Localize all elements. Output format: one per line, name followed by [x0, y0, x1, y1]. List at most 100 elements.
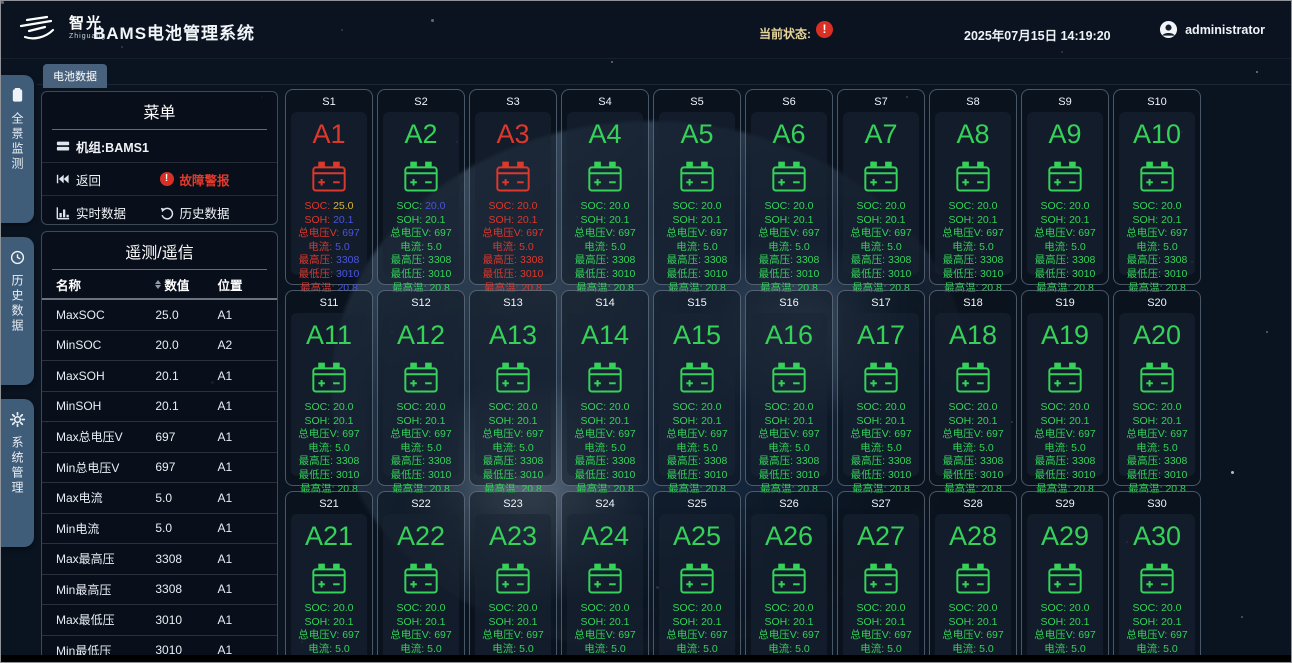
battery-card-A9[interactable]: S9A9SOC: 20.0SOH: 20.1总电压V: 697电流: 5.0最高…: [1021, 89, 1109, 285]
stat-value: 20.1: [517, 415, 537, 427]
battery-card-A26[interactable]: S26A26SOC: 20.0SOH: 20.1总电压V: 697电流: 5.0…: [745, 491, 833, 663]
stat-label: SOH:: [396, 616, 422, 628]
cell-group-label: S26: [746, 492, 832, 514]
stat-line: 电流: 5.0: [1044, 241, 1085, 255]
tab-battery-data[interactable]: 电池数据: [43, 64, 107, 88]
battery-card-A29[interactable]: S29A29SOC: 20.0SOH: 20.1总电压V: 697电流: 5.0…: [1021, 491, 1109, 663]
battery-card-A11[interactable]: S11A11SOC: 20.0SOH: 20.1总电压V: 697电流: 5.0…: [285, 290, 373, 486]
name-cell: Max电流: [56, 489, 155, 506]
stat-value: 20.0: [517, 401, 537, 413]
stat-label: 电流:: [584, 442, 608, 454]
stat-line: 总电压V: 697: [758, 428, 819, 442]
stat-label: SOC:: [304, 401, 330, 413]
table-row[interactable]: Max电流5.0A1: [42, 483, 277, 514]
battery-card-A16[interactable]: S16A16SOC: 20.0SOH: 20.1总电压V: 697电流: 5.0…: [745, 290, 833, 486]
stat-value: 3010: [612, 268, 635, 280]
battery-card-A1[interactable]: S1A1SOC: 25.0SOH: 20.1总电压V: 697电流: 5.0最高…: [285, 89, 373, 285]
battery-card-A10[interactable]: S10A10SOC: 20.0SOH: 20.1总电压V: 697电流: 5.0…: [1113, 89, 1201, 285]
battery-id-label: A22: [397, 523, 445, 550]
stat-label: SOH:: [1040, 616, 1066, 628]
stat-value: 20.1: [333, 214, 353, 226]
table-row[interactable]: MaxSOH20.1A1: [42, 361, 277, 392]
battery-card-A5[interactable]: S5A5SOC: 20.0SOH: 20.1总电压V: 697电流: 5.0最高…: [653, 89, 741, 285]
battery-card-A18[interactable]: S18A18SOC: 20.0SOH: 20.1总电压V: 697电流: 5.0…: [929, 290, 1017, 486]
stat-line: SOH: 20.1: [764, 616, 813, 630]
stat-line: 最高压: 3308: [483, 254, 544, 268]
battery-card-A15[interactable]: S15A15SOC: 20.0SOH: 20.1总电压V: 697电流: 5.0…: [653, 290, 741, 486]
battery-card-A19[interactable]: S19A19SOC: 20.0SOH: 20.1总电压V: 697电流: 5.0…: [1021, 290, 1109, 486]
battery-card-A13[interactable]: S13A13SOC: 20.0SOH: 20.1总电压V: 697电流: 5.0…: [469, 290, 557, 486]
realtime-data-button[interactable]: 实时数据: [56, 203, 160, 222]
table-row[interactable]: Max最高压3308A1: [42, 544, 277, 575]
stat-value: 20.0: [793, 401, 813, 413]
stat-line: 最高压: 3308: [667, 254, 728, 268]
column-header-value[interactable]: 数值: [155, 275, 217, 294]
battery-card-A3[interactable]: S3A3SOC: 20.0SOH: 20.1总电压V: 697电流: 5.0最高…: [469, 89, 557, 285]
name-cell: Min总电压V: [56, 459, 155, 476]
stat-line: 电流: 5.0: [952, 442, 993, 456]
stat-line: 最高压: 3308: [299, 254, 360, 268]
battery-card-A14[interactable]: S14A14SOC: 20.0SOH: 20.1总电压V: 697电流: 5.0…: [561, 290, 649, 486]
stat-value: 697: [710, 629, 728, 641]
battery-card-A4[interactable]: S4A4SOC: 20.0SOH: 20.1总电压V: 697电流: 5.0最高…: [561, 89, 649, 285]
bar-chart-icon: [56, 206, 70, 220]
stat-line: SOC: 20.0: [948, 602, 997, 616]
stat-label: SOC:: [856, 200, 882, 212]
stat-label: 最高压:: [391, 254, 425, 266]
battery-card-A6[interactable]: S6A6SOC: 20.0SOH: 20.1总电压V: 697电流: 5.0最高…: [745, 89, 833, 285]
sidebar-item-system-admin[interactable]: 系统管理: [1, 399, 34, 547]
battery-card-A8[interactable]: S8A8SOC: 20.0SOH: 20.1总电压V: 697电流: 5.0最高…: [929, 89, 1017, 285]
stat-value: 20.0: [793, 200, 813, 212]
stat-value: 3308: [336, 254, 359, 266]
table-row[interactable]: Max总电压V697A1: [42, 422, 277, 453]
table-row[interactable]: Min电流5.0A1: [42, 514, 277, 545]
battery-card-A24[interactable]: S24A24SOC: 20.0SOH: 20.1总电压V: 697电流: 5.0…: [561, 491, 649, 663]
stat-label: SOH:: [764, 214, 790, 226]
battery-card-A20[interactable]: S20A20SOC: 20.0SOH: 20.1总电压V: 697电流: 5.0…: [1113, 290, 1201, 486]
battery-card-A27[interactable]: S27A27SOC: 20.0SOH: 20.1总电压V: 697电流: 5.0…: [837, 491, 925, 663]
stat-label: 最高压:: [943, 254, 977, 266]
battery-icon: [310, 160, 348, 193]
stat-value: 5.0: [703, 241, 718, 253]
stat-value: 20.0: [609, 200, 629, 212]
gear-icon: [10, 412, 25, 427]
stat-label: 总电压V:: [574, 629, 615, 641]
stat-label: 最高压:: [575, 455, 609, 467]
battery-card-A30[interactable]: S30A30SOC: 20.0SOH: 20.1总电压V: 697电流: 5.0…: [1113, 491, 1201, 663]
stat-value: 5.0: [979, 643, 994, 655]
stat-line: 最低压: 3010: [1035, 268, 1096, 282]
battery-card-A23[interactable]: S23A23SOC: 20.0SOH: 20.1总电压V: 697电流: 5.0…: [469, 491, 557, 663]
stat-value: 3010: [520, 268, 543, 280]
battery-card-A28[interactable]: S28A28SOC: 20.0SOH: 20.1总电压V: 697电流: 5.0…: [929, 491, 1017, 663]
table-row[interactable]: MinSOH20.1A1: [42, 392, 277, 423]
fault-alarm-button[interactable]: ! 故障警报: [160, 170, 264, 189]
battery-id-label: A16: [765, 322, 813, 349]
sidebar-item-history-data[interactable]: 历史数据: [1, 237, 34, 385]
battery-card-A12[interactable]: S12A12SOC: 20.0SOH: 20.1总电压V: 697电流: 5.0…: [377, 290, 465, 486]
value-cell: 25.0: [155, 308, 217, 322]
history-data-button[interactable]: 历史数据: [160, 203, 264, 222]
stat-value: 20.1: [1161, 616, 1181, 628]
table-row[interactable]: Max最低压3010A1: [42, 605, 277, 636]
table-row[interactable]: MinSOC20.0A2: [42, 331, 277, 362]
stat-value: 20.0: [885, 200, 905, 212]
stat-label: 最高压:: [1127, 254, 1161, 266]
stat-label: SOC:: [1040, 200, 1066, 212]
stat-label: 总电压V:: [666, 629, 707, 641]
table-row[interactable]: MaxSOC25.0A1: [42, 300, 277, 331]
table-row[interactable]: Min总电压V697A1: [42, 453, 277, 484]
battery-card-A2[interactable]: S2A2SOC: 20.0SOH: 20.1总电压V: 697电流: 5.0最高…: [377, 89, 465, 285]
battery-card-A25[interactable]: S25A25SOC: 20.0SOH: 20.1总电压V: 697电流: 5.0…: [653, 491, 741, 663]
battery-card-A17[interactable]: S17A17SOC: 20.0SOH: 20.1总电压V: 697电流: 5.0…: [837, 290, 925, 486]
table-row[interactable]: Min最高压3308A1: [42, 575, 277, 606]
sidebar-item-panorama-monitor[interactable]: 全景监测: [1, 75, 34, 223]
battery-card-body: A22SOC: 20.0SOH: 20.1总电压V: 697电流: 5.0最高压…: [383, 514, 459, 663]
back-button[interactable]: 返回: [56, 170, 160, 189]
battery-card-A7[interactable]: S7A7SOC: 20.0SOH: 20.1总电压V: 697电流: 5.0最高…: [837, 89, 925, 285]
user-menu[interactable]: administrator: [1159, 20, 1265, 39]
battery-card-A21[interactable]: S21A21SOC: 20.0SOH: 20.1总电压V: 697电流: 5.0…: [285, 491, 373, 663]
location-cell: A1: [217, 460, 263, 474]
battery-card-A22[interactable]: S22A22SOC: 20.0SOH: 20.1总电压V: 697电流: 5.0…: [377, 491, 465, 663]
stat-label: 总电压V:: [666, 428, 707, 440]
battery-icon: [678, 562, 716, 595]
